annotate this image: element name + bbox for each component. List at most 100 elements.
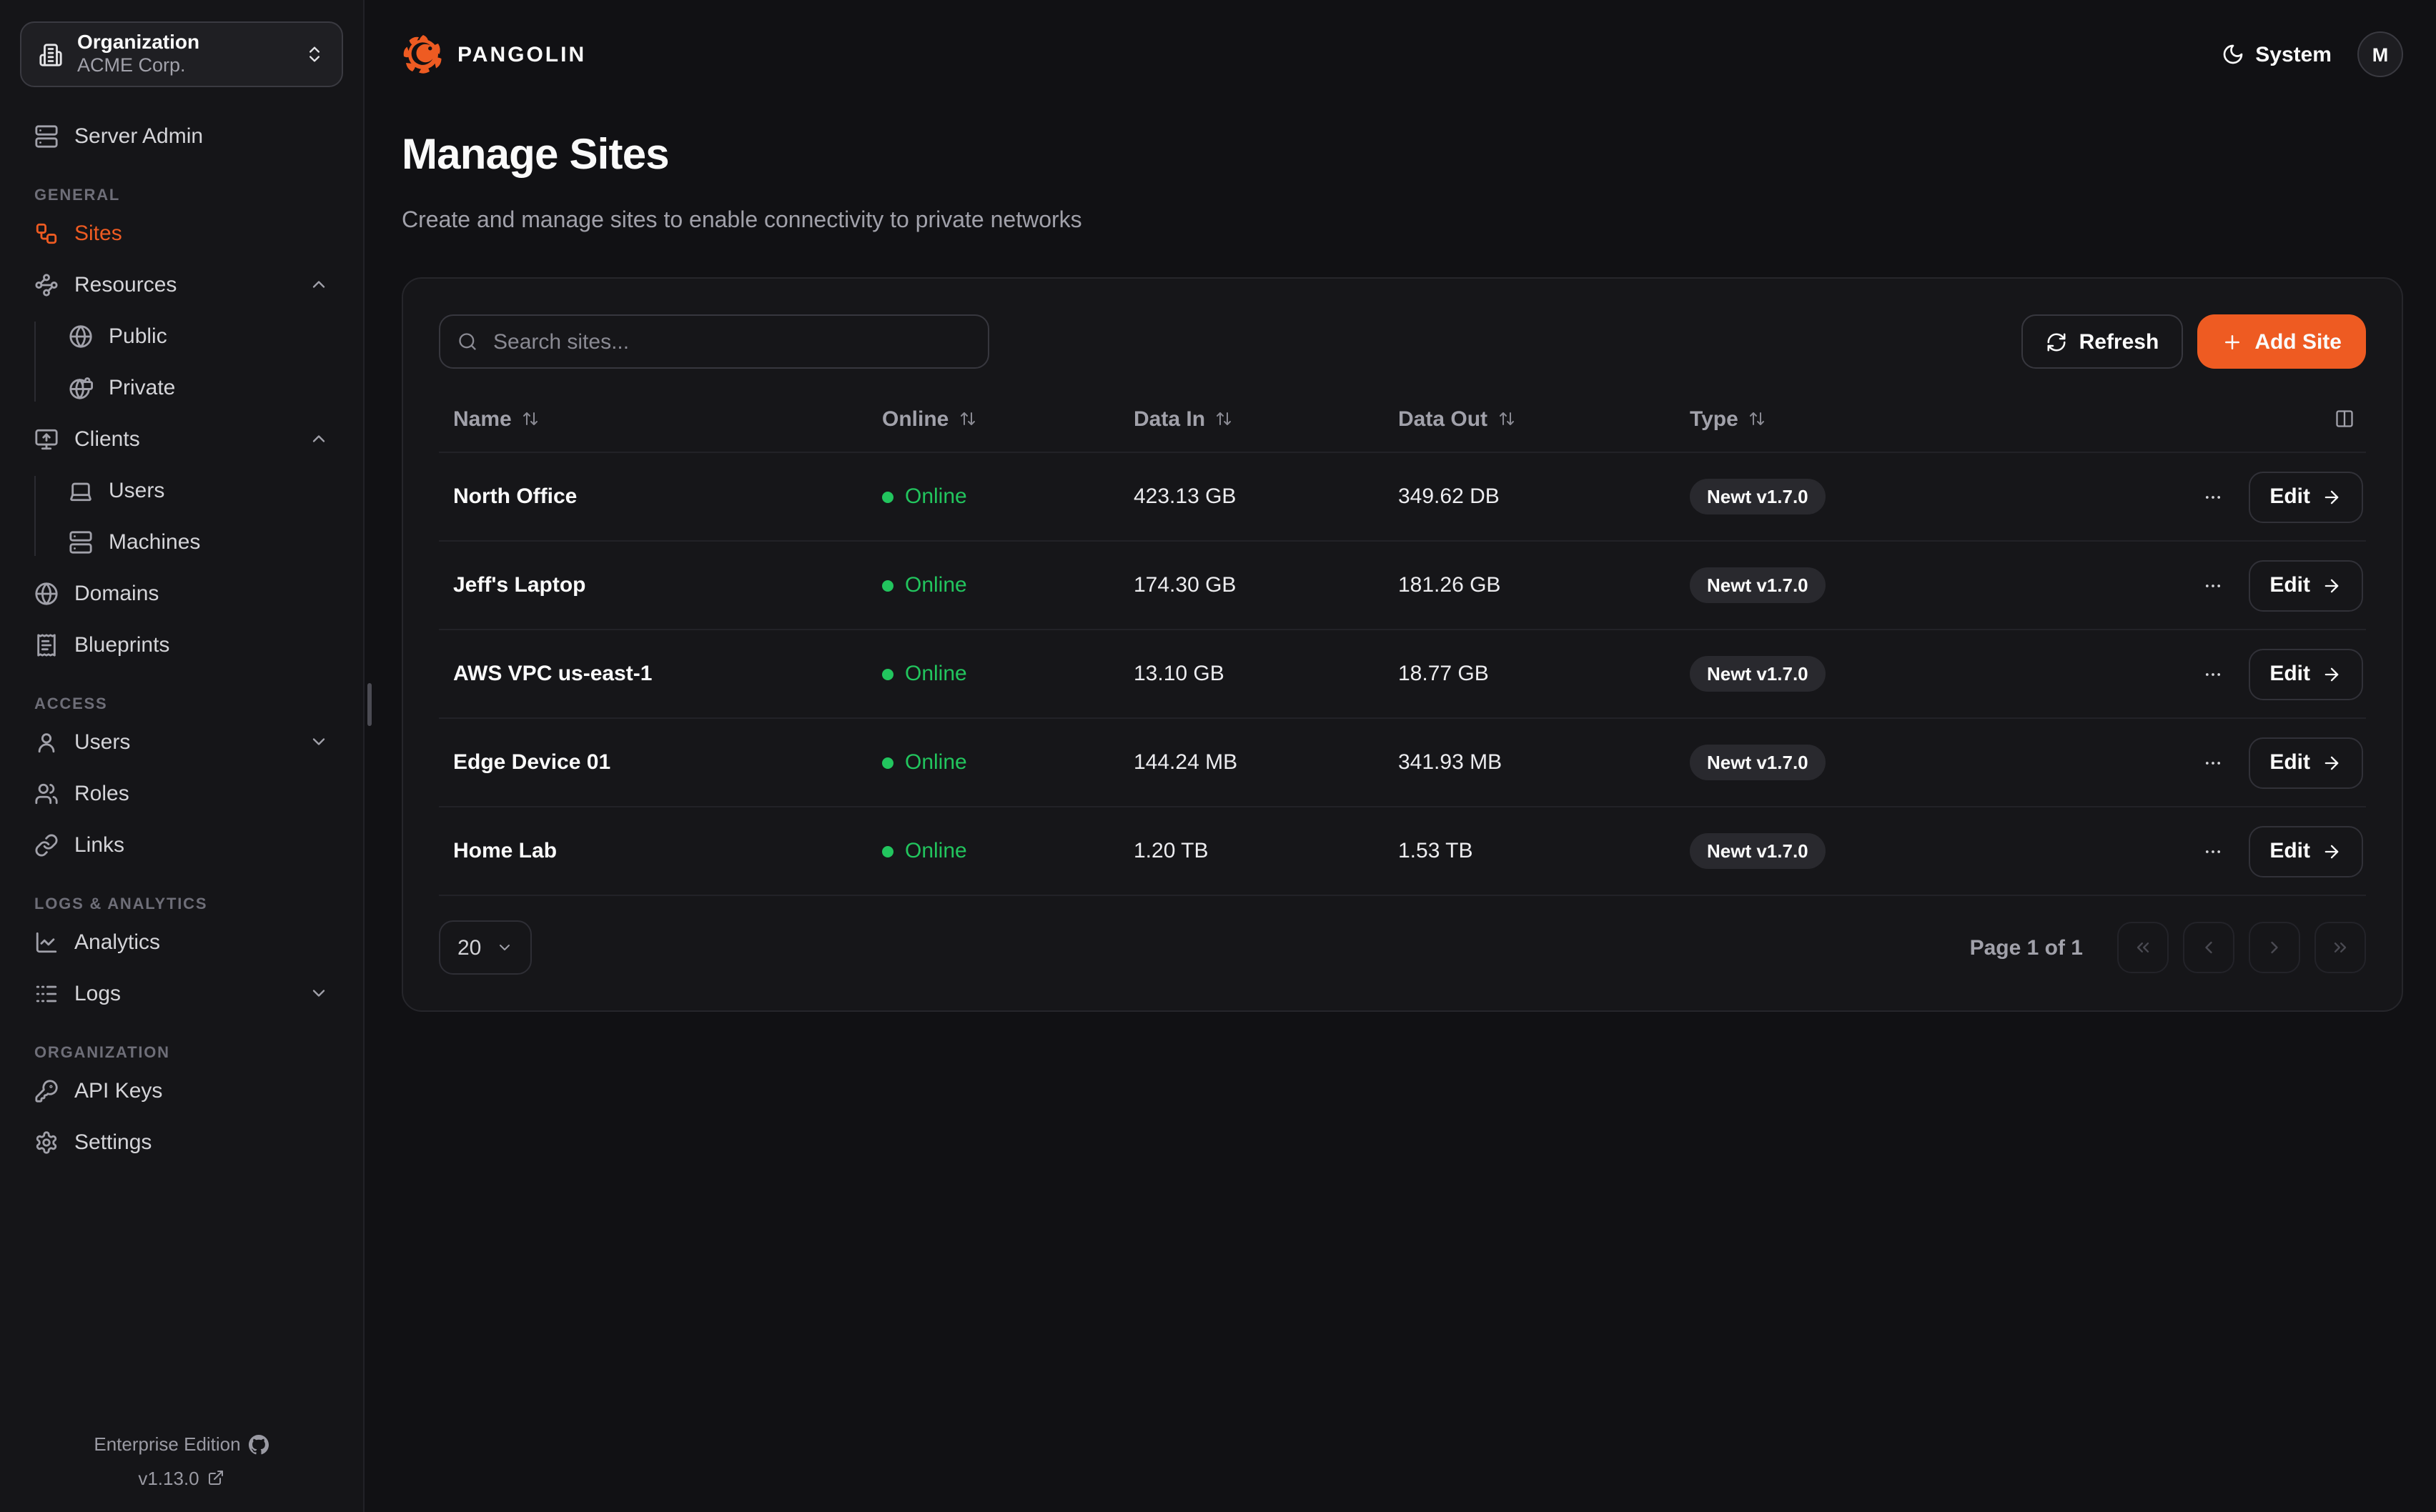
column-header-name[interactable]: Name (439, 407, 868, 431)
receipt-text-icon (34, 632, 59, 657)
column-header-type[interactable]: Type (1675, 407, 2080, 431)
chevron-down-icon[interactable] (309, 983, 329, 1003)
brand-logo[interactable]: PANGOLIN (402, 33, 586, 76)
row-menu-button[interactable] (2197, 570, 2228, 601)
sidebar-item-machines[interactable]: Machines (54, 519, 343, 564)
gear-icon (34, 1130, 59, 1154)
sidebar-item-roles[interactable]: Roles (20, 770, 343, 816)
page-size-select[interactable]: 20 (439, 920, 531, 975)
sidebar-item-sites[interactable]: Sites (20, 210, 343, 256)
edit-label: Edit (2269, 484, 2310, 509)
edit-label: Edit (2269, 662, 2310, 686)
sidebar-item-private[interactable]: Private (54, 364, 343, 410)
clients-subgroup: Users Machines (29, 467, 343, 564)
refresh-button[interactable]: Refresh (2022, 314, 2184, 369)
sidebar-item-api-keys[interactable]: API Keys (20, 1068, 343, 1113)
sidebar-item-label: Sites (74, 221, 122, 245)
column-header-data-in[interactable]: Data In (1119, 407, 1384, 431)
sidebar: Organization ACME Corp. Server Admin GEN… (0, 0, 365, 1512)
edition-link[interactable]: Enterprise Edition (0, 1428, 363, 1461)
online-status-dot (882, 757, 893, 768)
refresh-label: Refresh (2079, 329, 2159, 354)
edit-button[interactable]: Edit (2248, 825, 2363, 877)
avatar-initial: M (2372, 44, 2389, 65)
sidebar-item-public[interactable]: Public (54, 313, 343, 359)
sidebar-item-settings[interactable]: Settings (20, 1119, 343, 1165)
github-icon (249, 1435, 269, 1455)
arrow-right-icon (2322, 752, 2342, 772)
sidebar-item-domains[interactable]: Domains (20, 570, 343, 616)
sidebar-item-resources[interactable]: Resources (20, 262, 343, 307)
chevrons-left-icon (2133, 937, 2153, 958)
edit-button[interactable]: Edit (2248, 471, 2363, 522)
sidebar-item-logs[interactable]: Logs (20, 970, 343, 1016)
first-page-button[interactable] (2117, 922, 2169, 973)
site-data-out: 341.93 MB (1384, 750, 1675, 775)
table-row: AWS VPC us-east-1 Online 13.10 GB 18.77 … (439, 630, 2366, 719)
laptop-icon (69, 478, 93, 502)
avatar[interactable]: M (2357, 31, 2403, 77)
edit-label: Edit (2269, 573, 2310, 597)
resources-subgroup: Public Private (29, 313, 343, 410)
site-type-badge: Newt v1.7.0 (1690, 833, 1826, 869)
row-menu-button[interactable] (2197, 658, 2228, 690)
table-row: Edge Device 01 Online 144.24 MB 341.93 M… (439, 719, 2366, 807)
next-page-button[interactable] (2249, 922, 2300, 973)
version-link[interactable]: v1.13.0 (0, 1461, 363, 1495)
online-status-dot (882, 668, 893, 680)
online-status-label: Online (905, 573, 967, 597)
site-data-out: 349.62 DB (1384, 484, 1675, 509)
sidebar-item-label: Analytics (74, 930, 160, 954)
sort-icon (959, 410, 976, 427)
sites-toolbar: Refresh Add Site (439, 314, 2366, 369)
column-header-data-out[interactable]: Data Out (1384, 407, 1675, 431)
edition-label: Enterprise Edition (94, 1428, 240, 1461)
ellipsis-icon (2202, 752, 2222, 772)
chevron-up-icon[interactable] (309, 429, 329, 449)
sidebar-item-label: Users (74, 730, 130, 754)
sort-icon (522, 410, 539, 427)
sidebar-item-label: Settings (74, 1130, 152, 1154)
ellipsis-icon (2202, 575, 2222, 595)
chevron-up-icon[interactable] (309, 274, 329, 294)
waypoints-icon (34, 272, 59, 297)
edit-button[interactable]: Edit (2248, 648, 2363, 700)
add-site-button[interactable]: Add Site (2197, 314, 2366, 369)
sidebar-item-analytics[interactable]: Analytics (20, 919, 343, 965)
sidebar-item-clients[interactable]: Clients (20, 416, 343, 462)
row-menu-button[interactable] (2197, 835, 2228, 867)
site-data-out: 1.53 TB (1384, 839, 1675, 863)
online-status-dot (882, 491, 893, 502)
sidebar-item-users[interactable]: Users (20, 719, 343, 765)
sidebar-item-label: Server Admin (74, 124, 203, 148)
sidebar-item-blueprints[interactable]: Blueprints (20, 622, 343, 667)
column-header-online[interactable]: Online (868, 407, 1119, 431)
edit-button[interactable]: Edit (2248, 737, 2363, 788)
ellipsis-icon (2202, 664, 2222, 684)
search-input[interactable] (490, 328, 971, 355)
org-selector[interactable]: Organization ACME Corp. (20, 21, 343, 87)
edit-button[interactable]: Edit (2248, 559, 2363, 611)
sidebar-item-links[interactable]: Links (20, 822, 343, 867)
sidebar-scrollbar-thumb[interactable] (367, 683, 372, 726)
last-page-button[interactable] (2314, 922, 2366, 973)
theme-label: System (2255, 42, 2332, 66)
chevron-down-icon[interactable] (309, 732, 329, 752)
site-status: Online (868, 750, 1119, 775)
theme-toggle[interactable]: System (2221, 42, 2332, 66)
sidebar-item-label: API Keys (74, 1078, 162, 1103)
prev-page-button[interactable] (2183, 922, 2234, 973)
sidebar-item-label: Resources (74, 272, 177, 297)
chevrons-right-icon (2330, 937, 2350, 958)
sidebar-item-client-users[interactable]: Users (54, 467, 343, 513)
site-name: AWS VPC us-east-1 (439, 662, 868, 686)
row-menu-button[interactable] (2197, 747, 2228, 778)
users-icon (34, 781, 59, 805)
add-site-label: Add Site (2254, 329, 2342, 354)
column-settings-button[interactable] (2334, 409, 2355, 429)
edit-label: Edit (2269, 750, 2310, 775)
sidebar-item-label: Public (109, 324, 167, 348)
plus-icon (2222, 331, 2243, 352)
row-menu-button[interactable] (2197, 481, 2228, 512)
sidebar-item-server-admin[interactable]: Server Admin (20, 113, 343, 159)
